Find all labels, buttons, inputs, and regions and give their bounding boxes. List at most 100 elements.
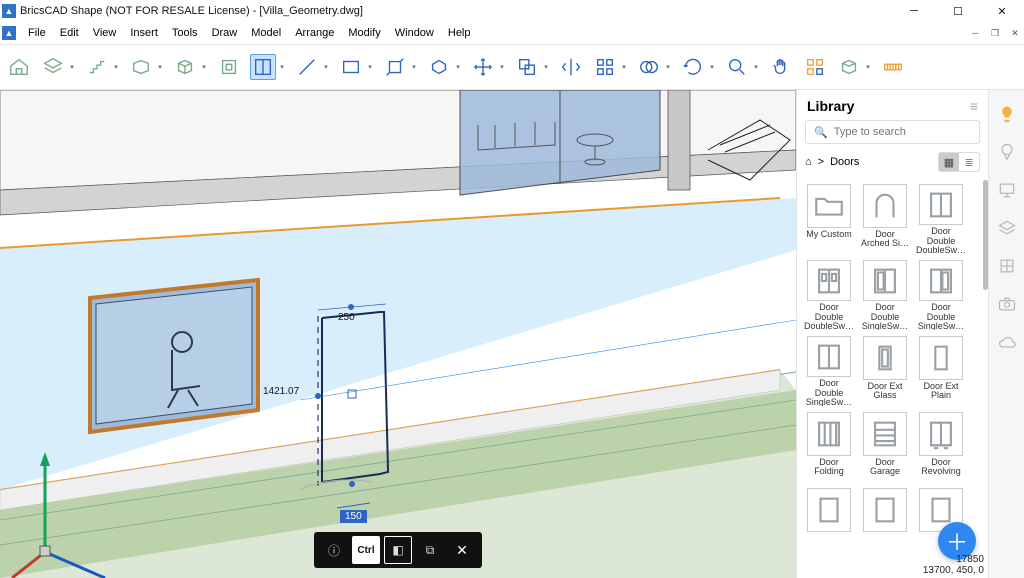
library-item[interactable]: My Custom — [803, 184, 855, 254]
caret-icon[interactable]: ▾ — [278, 63, 286, 71]
menu-file[interactable]: File — [22, 24, 52, 42]
caret-icon[interactable]: ▾ — [498, 63, 506, 71]
caret-icon[interactable]: ▾ — [664, 63, 672, 71]
dimension-base[interactable]: 150 — [340, 510, 367, 523]
tool-slab-icon[interactable] — [128, 54, 154, 80]
tool-section-icon[interactable] — [250, 54, 276, 80]
library-item-label: Door Ext Glass — [860, 382, 910, 401]
hud-info-icon[interactable]: ⓘ — [320, 536, 348, 564]
tips-icon[interactable] — [997, 104, 1017, 124]
tool-line-icon[interactable] — [294, 54, 320, 80]
caret-icon[interactable]: ▾ — [68, 63, 76, 71]
viewport-3d[interactable]: 250 1421.07 150 ⓘ Ctrl ◧ ⧉ ✕ — [0, 90, 796, 578]
window-maximize-button[interactable]: ☐ — [936, 0, 980, 22]
menu-insert[interactable]: Insert — [124, 24, 164, 42]
menu-bar: ▲ File Edit View Insert Tools Draw Model… — [0, 22, 1024, 44]
library-item[interactable]: Door Ext Glass — [859, 336, 911, 406]
tool-copy-icon[interactable] — [514, 54, 540, 80]
library-item[interactable]: Door Folding — [803, 412, 855, 482]
tool-select-similar-icon[interactable] — [802, 54, 828, 80]
menu-modify[interactable]: Modify — [342, 24, 386, 42]
tool-move-icon[interactable] — [470, 54, 496, 80]
library-item[interactable]: Door Double DoubleSw… — [803, 260, 855, 330]
menu-tools[interactable]: Tools — [166, 24, 204, 42]
library-thumb — [919, 412, 963, 456]
library-item-label: Door Arched Si… — [860, 230, 910, 249]
breadcrumb-current[interactable]: Doors — [830, 156, 859, 168]
library-item[interactable]: Door Garage — [859, 412, 911, 482]
tool-pushpull-icon[interactable] — [382, 54, 408, 80]
tool-materials-icon[interactable] — [836, 54, 862, 80]
structure-icon[interactable] — [997, 256, 1017, 276]
menu-help[interactable]: Help — [442, 24, 477, 42]
menu-view[interactable]: View — [87, 24, 123, 42]
tool-push-icon[interactable] — [216, 54, 242, 80]
library-thumb — [919, 184, 963, 225]
caret-icon[interactable]: ▾ — [752, 63, 760, 71]
hud-mode-edge-icon[interactable]: ⧉ — [416, 536, 444, 564]
tool-mirror-icon[interactable] — [558, 54, 584, 80]
library-item[interactable] — [803, 488, 855, 558]
hud-close-icon[interactable]: ✕ — [448, 536, 476, 564]
cloud-icon[interactable] — [997, 332, 1017, 352]
library-item-label: Door Revolving — [916, 458, 966, 477]
grid-view-icon[interactable]: ▦ — [939, 153, 959, 171]
caret-icon[interactable]: ▾ — [454, 63, 462, 71]
tool-box-icon[interactable] — [172, 54, 198, 80]
menu-window[interactable]: Window — [389, 24, 440, 42]
caret-icon[interactable]: ▾ — [322, 63, 330, 71]
menu-model[interactable]: Model — [245, 24, 287, 42]
tool-union-icon[interactable] — [636, 54, 662, 80]
tool-zoom-icon[interactable] — [724, 54, 750, 80]
window-close-button[interactable]: ✕ — [980, 0, 1024, 22]
library-item[interactable]: Door Ext Plain — [915, 336, 967, 406]
tool-rectangle-icon[interactable] — [338, 54, 364, 80]
library-item[interactable]: Door Double DoubleSw… — [915, 184, 967, 254]
caret-icon[interactable]: ▾ — [864, 63, 872, 71]
tool-array-icon[interactable] — [592, 54, 618, 80]
doc-restore-button[interactable]: ❐ — [986, 28, 1004, 39]
library-search-input[interactable] — [834, 126, 976, 138]
tool-measure-icon[interactable] — [880, 54, 906, 80]
doc-close-button[interactable]: ✕ — [1006, 28, 1024, 39]
library-item[interactable]: Door Arched Si… — [859, 184, 911, 254]
hud-ctrl-button[interactable]: Ctrl — [352, 536, 380, 564]
presentation-icon[interactable] — [997, 180, 1017, 200]
window-minimize-button[interactable]: ─ — [892, 0, 936, 22]
tool-home-icon[interactable] — [6, 54, 32, 80]
caret-icon[interactable]: ▾ — [156, 63, 164, 71]
library-menu-icon[interactable]: ≡ — [970, 98, 978, 114]
library-item[interactable]: Door Double SingleSw… — [803, 336, 855, 406]
library-item-label: Door Ext Plain — [916, 382, 966, 401]
caret-icon[interactable]: ▾ — [112, 63, 120, 71]
caret-icon[interactable]: ▾ — [542, 63, 550, 71]
menu-arrange[interactable]: Arrange — [289, 24, 340, 42]
library-item[interactable]: Door Double SingleSw… — [915, 260, 967, 330]
library-item[interactable] — [859, 488, 911, 558]
layers-panel-icon[interactable] — [997, 218, 1017, 238]
caret-icon[interactable]: ▾ — [410, 63, 418, 71]
camera-icon[interactable] — [997, 294, 1017, 314]
hud-mode-center-icon[interactable]: ◧ — [384, 536, 412, 564]
tool-rotate-icon[interactable] — [680, 54, 706, 80]
library-item[interactable]: Door Double SingleSw… — [859, 260, 911, 330]
tool-layers-icon[interactable] — [40, 54, 66, 80]
caret-icon[interactable]: ▾ — [708, 63, 716, 71]
caret-icon[interactable]: ▾ — [366, 63, 374, 71]
caret-icon[interactable]: ▾ — [620, 63, 628, 71]
library-search[interactable]: 🔍 — [805, 120, 980, 144]
library-thumb — [863, 412, 907, 456]
doc-minimize-button[interactable]: ─ — [966, 28, 984, 38]
tool-stairs-icon[interactable] — [84, 54, 110, 80]
library-scrollbar[interactable] — [983, 180, 988, 578]
library-item[interactable]: Door Revolving — [915, 412, 967, 482]
breadcrumb-home-icon[interactable]: ⌂ — [805, 156, 812, 168]
caret-icon[interactable]: ▾ — [200, 63, 208, 71]
tool-pan-icon[interactable] — [768, 54, 794, 80]
library-view-toggle[interactable]: ▦ ≣ — [938, 152, 980, 172]
menu-draw[interactable]: Draw — [206, 24, 244, 42]
list-view-icon[interactable]: ≣ — [959, 153, 979, 171]
balloon-icon[interactable] — [997, 142, 1017, 162]
tool-extrude-icon[interactable] — [426, 54, 452, 80]
menu-edit[interactable]: Edit — [54, 24, 85, 42]
